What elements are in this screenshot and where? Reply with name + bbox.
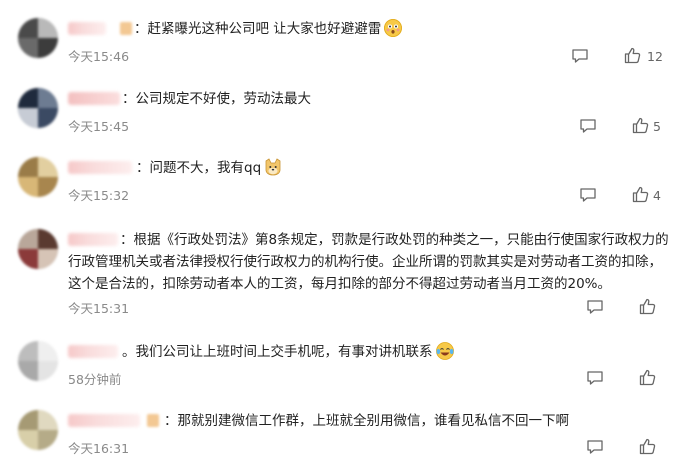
- like-icon[interactable]: [632, 186, 649, 203]
- like-icon[interactable]: [624, 47, 641, 64]
- doge-face-icon: [264, 158, 282, 176]
- comment-text: ：根据《行政处罚法》第8条规定，罚款是行政处罚的种类之一，只能由行使国家行政权力…: [68, 229, 673, 295]
- avatar[interactable]: [18, 410, 58, 450]
- comment-text: ：赶紧曝光这种公司吧 让大家也好避避雷: [134, 18, 403, 40]
- flushed-face-icon: [384, 19, 403, 37]
- comment-text-content: ：赶紧曝光这种公司吧 让大家也好避避雷: [134, 21, 382, 37]
- comment-time: 今天15:31: [68, 301, 130, 316]
- comment-text-content: ：根据《行政处罚法》第8条规定，罚款是行政处罚的种类之一，只能由行使国家行政权力…: [68, 232, 669, 292]
- reply-icon[interactable]: [586, 299, 604, 315]
- reply-icon[interactable]: [586, 439, 604, 455]
- comment-text-content: 。我们公司让上班时间上交手机呢，有事对讲机联系: [122, 344, 433, 360]
- like-count: 4: [653, 188, 661, 203]
- comment-time: 今天15:45: [68, 119, 130, 134]
- like-icon[interactable]: [639, 298, 656, 315]
- like-icon[interactable]: [639, 369, 656, 386]
- comment-time: 58分钟前: [68, 372, 122, 387]
- reply-icon[interactable]: [579, 118, 597, 134]
- comment-text-content: ：那就别建微信工作群，上班就全别用微信，谁看见私信不回一下啊: [164, 413, 569, 429]
- comment-text-content: ：公司规定不好使，劳动法最大: [122, 91, 311, 107]
- user-badge: [147, 414, 159, 427]
- avatar[interactable]: [18, 88, 58, 128]
- comment-time: 今天15:32: [68, 188, 130, 203]
- username-blurred[interactable]: [68, 414, 140, 427]
- like-icon[interactable]: [639, 438, 656, 455]
- like-icon[interactable]: [632, 117, 649, 134]
- comment-text: ：问题不大，我有qq: [136, 157, 282, 179]
- laughing-tears-face-icon: [435, 342, 454, 360]
- avatar[interactable]: [18, 18, 58, 58]
- like-count: 12: [647, 49, 663, 64]
- like-count: 5: [653, 119, 661, 134]
- comment-time: 今天15:46: [68, 49, 130, 64]
- username-blurred[interactable]: [68, 22, 106, 35]
- avatar[interactable]: [18, 229, 58, 269]
- username-blurred[interactable]: [68, 161, 132, 174]
- avatar[interactable]: [18, 157, 58, 197]
- reply-icon[interactable]: [571, 48, 589, 64]
- comment-text: ：公司规定不好使，劳动法最大: [122, 88, 311, 110]
- comment-time: 今天16:31: [68, 441, 130, 456]
- username-blurred[interactable]: [68, 92, 120, 105]
- user-badge: [120, 22, 132, 35]
- comment-text-content: ：问题不大，我有qq: [136, 160, 262, 176]
- reply-icon[interactable]: [579, 187, 597, 203]
- comment-text: ：那就别建微信工作群，上班就全别用微信，谁看见私信不回一下啊: [164, 410, 569, 432]
- comment-text: 。我们公司让上班时间上交手机呢，有事对讲机联系: [122, 341, 454, 363]
- avatar[interactable]: [18, 341, 58, 381]
- username-blurred[interactable]: [68, 345, 118, 358]
- reply-icon[interactable]: [586, 370, 604, 386]
